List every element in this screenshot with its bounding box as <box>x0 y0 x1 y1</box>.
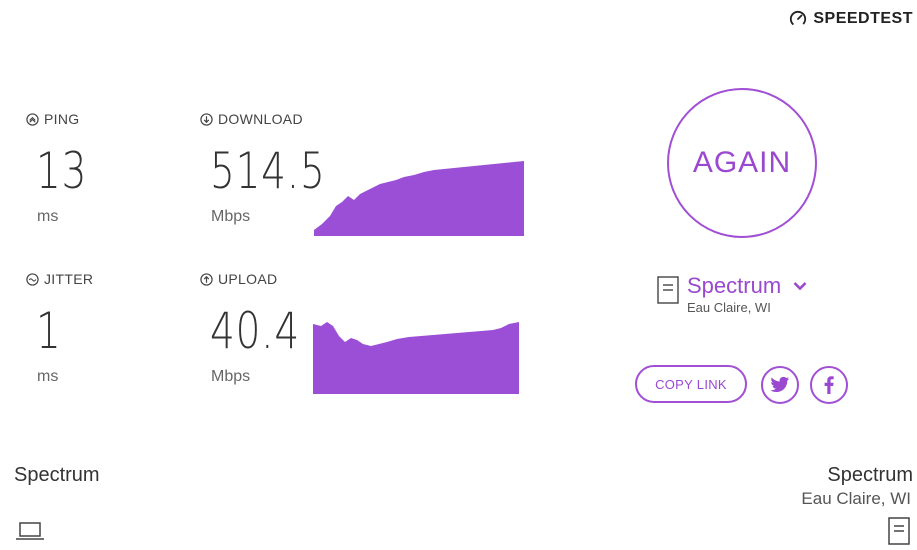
download-value: 514.5 <box>210 142 326 200</box>
laptop-icon <box>16 522 44 540</box>
copy-link-button[interactable]: COPY LINK <box>635 365 747 403</box>
upload-value: 40.4 <box>210 302 300 360</box>
jitter-unit: ms <box>37 368 59 385</box>
download-icon <box>200 112 213 126</box>
isp-selector[interactable]: Spectrum Eau Claire, WI <box>657 273 807 315</box>
chevron-down-icon[interactable] <box>793 281 807 291</box>
facebook-button[interactable] <box>810 366 848 404</box>
jitter-value: 1 <box>36 302 62 360</box>
server-icon-bottom <box>888 517 910 545</box>
facebook-icon <box>824 376 834 394</box>
upload-graph <box>313 322 519 394</box>
download-unit: Mbps <box>211 208 251 225</box>
ping-value: 13 <box>36 142 88 200</box>
isp-location: Eau Claire, WI <box>687 300 771 315</box>
twitter-icon <box>770 376 790 392</box>
ping-unit: ms <box>37 208 59 225</box>
twitter-button[interactable] <box>761 366 799 404</box>
upload-label: UPLOAD <box>200 271 277 287</box>
again-button[interactable]: AGAIN <box>667 88 817 238</box>
upload-icon <box>200 272 213 286</box>
server-icon <box>657 276 679 304</box>
download-label: DOWNLOAD <box>200 111 303 127</box>
download-graph <box>314 161 524 236</box>
jitter-icon <box>26 272 39 286</box>
ping-label: PING <box>26 111 79 127</box>
server-isp-name: Spectrum <box>827 464 913 486</box>
jitter-label: JITTER <box>26 271 93 287</box>
ping-icon <box>26 112 39 126</box>
speedtest-logo[interactable]: SPEEDTEST <box>789 10 913 28</box>
server-location: Eau Claire, WI <box>801 489 911 508</box>
isp-name: Spectrum <box>687 273 782 298</box>
brand-name: SPEEDTEST <box>813 10 913 27</box>
client-isp-name: Spectrum <box>14 464 100 486</box>
upload-unit: Mbps <box>211 368 251 385</box>
gauge-icon <box>790 10 807 28</box>
